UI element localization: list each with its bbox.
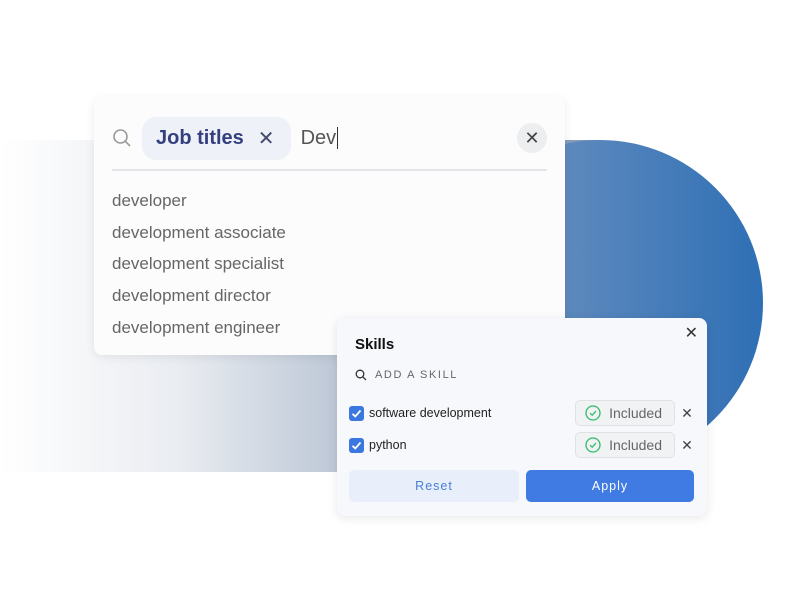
- add-skill-placeholder: ADD A SKILL: [375, 369, 459, 381]
- skill-row: software development Included ✕: [349, 400, 693, 426]
- clear-search-button[interactable]: ✕: [517, 123, 547, 153]
- search-bar: Job titles ✕ Dev ✕: [112, 116, 547, 160]
- search-icon: [113, 129, 131, 147]
- chip-remove-icon[interactable]: ✕: [258, 126, 275, 151]
- status-label: Included: [609, 405, 662, 421]
- suggestion-item[interactable]: developer: [112, 189, 286, 221]
- skill-checkbox[interactable]: [349, 405, 364, 421]
- panel-title: Skills: [355, 336, 395, 353]
- close-icon: ✕: [524, 127, 540, 148]
- included-toggle[interactable]: Included: [575, 400, 675, 426]
- skills-panel: ✕ Skills ADD A SKILL software developmen…: [337, 318, 707, 516]
- suggestion-list: developer development associate developm…: [112, 189, 286, 347]
- check-icon: [351, 409, 362, 418]
- reset-button[interactable]: Reset: [349, 470, 519, 502]
- skill-row: python Included ✕: [349, 432, 693, 458]
- filter-chip-job-titles[interactable]: Job titles ✕: [142, 116, 291, 160]
- close-icon[interactable]: ✕: [685, 323, 698, 343]
- skill-checkbox[interactable]: [349, 437, 364, 453]
- suggestion-item[interactable]: development specialist: [112, 252, 286, 284]
- apply-button[interactable]: Apply: [526, 470, 694, 502]
- search-icon: [355, 369, 367, 381]
- skill-label: software development: [369, 406, 492, 420]
- skill-label: python: [369, 438, 407, 452]
- included-toggle[interactable]: Included: [575, 432, 675, 458]
- check-circle-icon: [585, 437, 601, 453]
- suggestion-item[interactable]: development engineer: [112, 316, 286, 348]
- remove-skill-icon[interactable]: ✕: [681, 437, 693, 454]
- status-label: Included: [609, 437, 662, 453]
- remove-skill-icon[interactable]: ✕: [681, 405, 693, 422]
- suggestion-item[interactable]: development associate: [112, 221, 286, 253]
- check-icon: [351, 441, 362, 450]
- job-title-search-card: Job titles ✕ Dev ✕ developer development…: [94, 97, 565, 355]
- add-skill-input[interactable]: ADD A SKILL: [355, 369, 458, 381]
- suggestion-item[interactable]: development director: [112, 284, 286, 316]
- chip-label: Job titles: [156, 126, 244, 149]
- check-circle-icon: [585, 405, 601, 421]
- divider: [112, 169, 547, 171]
- search-input[interactable]: Dev: [301, 127, 339, 149]
